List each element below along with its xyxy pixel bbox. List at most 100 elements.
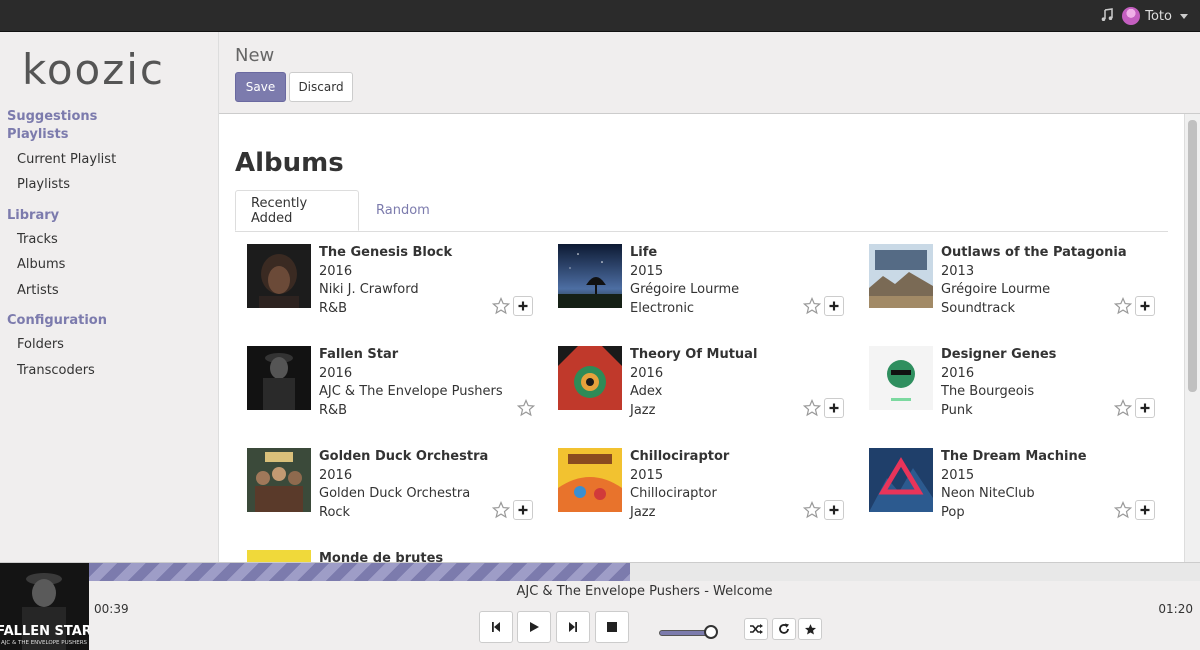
tab-recently-added[interactable]: Recently Added [235, 190, 359, 231]
koozic-logo: koozic [22, 48, 165, 90]
caret-down-icon [1180, 13, 1188, 19]
album-info: Fallen Star 2016 AJC & The Envelope Push… [319, 346, 539, 420]
logo-text: koozic [22, 48, 165, 90]
album-title[interactable]: Golden Duck Orchestra [319, 448, 539, 467]
album-year: 2016 [319, 263, 353, 279]
user-name: Toto [1145, 8, 1172, 24]
star-icon[interactable] [492, 297, 510, 315]
sidebar-section-suggestions[interactable]: Suggestions [7, 109, 97, 124]
star-icon[interactable] [1114, 297, 1132, 315]
album-year: 2015 [941, 467, 975, 483]
skip-forward-icon [569, 622, 577, 632]
album-title[interactable]: Monde de brutes [319, 550, 539, 562]
play-button[interactable] [517, 611, 551, 643]
sidebar-section-configuration[interactable]: Configuration [7, 313, 107, 328]
shuffle-button[interactable] [744, 618, 768, 640]
add-to-playlist-button[interactable] [824, 296, 844, 316]
favorite-button[interactable] [798, 618, 822, 640]
sidebar-item-folders[interactable]: Folders [17, 337, 64, 352]
cover-text-title: FALLEN STAR [0, 624, 89, 639]
star-icon[interactable] [1114, 399, 1132, 417]
add-to-playlist-button[interactable] [824, 500, 844, 520]
now-playing-cover[interactable]: FALLEN STAR AJC & THE ENVELOPE PUSHERS [0, 563, 89, 650]
album-card[interactable]: Fallen Star 2016 AJC & The Envelope Push… [247, 346, 547, 436]
sidebar-section-playlists[interactable]: Playlists [7, 127, 68, 142]
play-icon [530, 622, 539, 632]
star-icon[interactable] [517, 399, 535, 417]
album-card[interactable]: The Dream Machine 2015 Neon NiteClub Pop [869, 448, 1169, 538]
add-to-playlist-button[interactable] [1135, 500, 1155, 520]
album-year: 2013 [941, 263, 975, 279]
player-bar: FALLEN STAR AJC & THE ENVELOPE PUSHERS A… [0, 562, 1200, 650]
album-card[interactable]: Golden Duck Orchestra 2016 Golden Duck O… [247, 448, 547, 538]
album-cover[interactable] [558, 448, 622, 512]
album-cover[interactable] [247, 448, 311, 512]
album-genre[interactable]: R&B [319, 402, 539, 421]
album-cover[interactable] [869, 448, 933, 512]
discard-button[interactable]: Discard [289, 72, 353, 102]
previous-button[interactable] [479, 611, 513, 643]
sidebar-item-albums[interactable]: Albums [17, 257, 65, 272]
sidebar-section-library[interactable]: Library [7, 208, 59, 223]
album-cover[interactable] [869, 346, 933, 410]
sidebar-item-transcoders[interactable]: Transcoders [17, 363, 95, 378]
save-button[interactable]: Save [235, 72, 286, 102]
sidebar-item-playlists[interactable]: Playlists [17, 177, 70, 192]
album-card[interactable]: The Genesis Block 2016 Niki J. Crawford … [247, 244, 547, 334]
track-duration: 01:20 [1158, 602, 1193, 616]
star-icon[interactable] [803, 297, 821, 315]
album-title[interactable]: Designer Genes [941, 346, 1161, 365]
volume-slider-handle[interactable] [704, 625, 718, 639]
album-card[interactable]: Theory Of Mutual 2016 Adex Jazz [558, 346, 858, 436]
album-cover[interactable] [869, 244, 933, 308]
album-title[interactable]: Chillociraptor [630, 448, 850, 467]
scrollbar-thumb[interactable] [1188, 120, 1197, 392]
user-menu[interactable]: Toto [1122, 7, 1188, 25]
add-to-playlist-button[interactable] [824, 398, 844, 418]
star-icon[interactable] [803, 399, 821, 417]
star-icon[interactable] [1114, 501, 1132, 519]
sidebar-item-tracks[interactable]: Tracks [17, 232, 58, 247]
album-cover[interactable] [247, 550, 311, 562]
track-progress-bar[interactable] [89, 563, 1200, 581]
album-year: 2016 [630, 365, 664, 381]
add-to-playlist-button[interactable] [513, 500, 533, 520]
star-icon [804, 623, 816, 635]
sidebar-item-artists[interactable]: Artists [17, 283, 59, 298]
album-title[interactable]: Outlaws of the Patagonia [941, 244, 1161, 263]
music-note-icon[interactable] [1100, 8, 1114, 22]
album-title[interactable]: The Genesis Block [319, 244, 539, 263]
album-cover[interactable] [247, 244, 311, 308]
star-icon[interactable] [492, 501, 510, 519]
album-title[interactable]: Theory Of Mutual [630, 346, 850, 365]
album-card[interactable]: Chillociraptor 2015 Chillociraptor Jazz [558, 448, 858, 538]
album-title[interactable]: The Dream Machine [941, 448, 1161, 467]
album-cover[interactable] [558, 244, 622, 308]
album-card[interactable]: Designer Genes 2016 The Bourgeois Punk [869, 346, 1169, 436]
content-scrollbar[interactable] [1184, 114, 1200, 562]
album-card[interactable]: Life 2015 Grégoire Lourme Electronic [558, 244, 858, 334]
album-artist[interactable]: AJC & The Envelope Pushers [319, 383, 539, 402]
stop-button[interactable] [595, 611, 629, 643]
star-icon[interactable] [803, 501, 821, 519]
control-panel: New Save Discard [219, 32, 1200, 114]
next-button[interactable] [556, 611, 590, 643]
skip-back-icon [492, 622, 500, 632]
add-to-playlist-button[interactable] [1135, 296, 1155, 316]
tab-random[interactable]: Random [361, 190, 445, 231]
album-cover[interactable] [247, 346, 311, 410]
add-to-playlist-button[interactable] [513, 296, 533, 316]
album-year: 2016 [941, 365, 975, 381]
cover-text-artist: AJC & THE ENVELOPE PUSHERS [1, 640, 88, 646]
page-title: New [235, 45, 275, 66]
repeat-button[interactable] [772, 618, 796, 640]
album-cover[interactable] [558, 346, 622, 410]
add-to-playlist-button[interactable] [1135, 398, 1155, 418]
album-card[interactable]: Monde de brutes [247, 550, 547, 562]
album-card[interactable]: Outlaws of the Patagonia 2013 Grégoire L… [869, 244, 1169, 334]
album-title[interactable]: Life [630, 244, 850, 263]
avatar [1122, 7, 1141, 25]
album-title[interactable]: Fallen Star [319, 346, 539, 365]
sidebar-item-current-playlist[interactable]: Current Playlist [17, 152, 116, 167]
album-year: 2016 [319, 467, 353, 483]
